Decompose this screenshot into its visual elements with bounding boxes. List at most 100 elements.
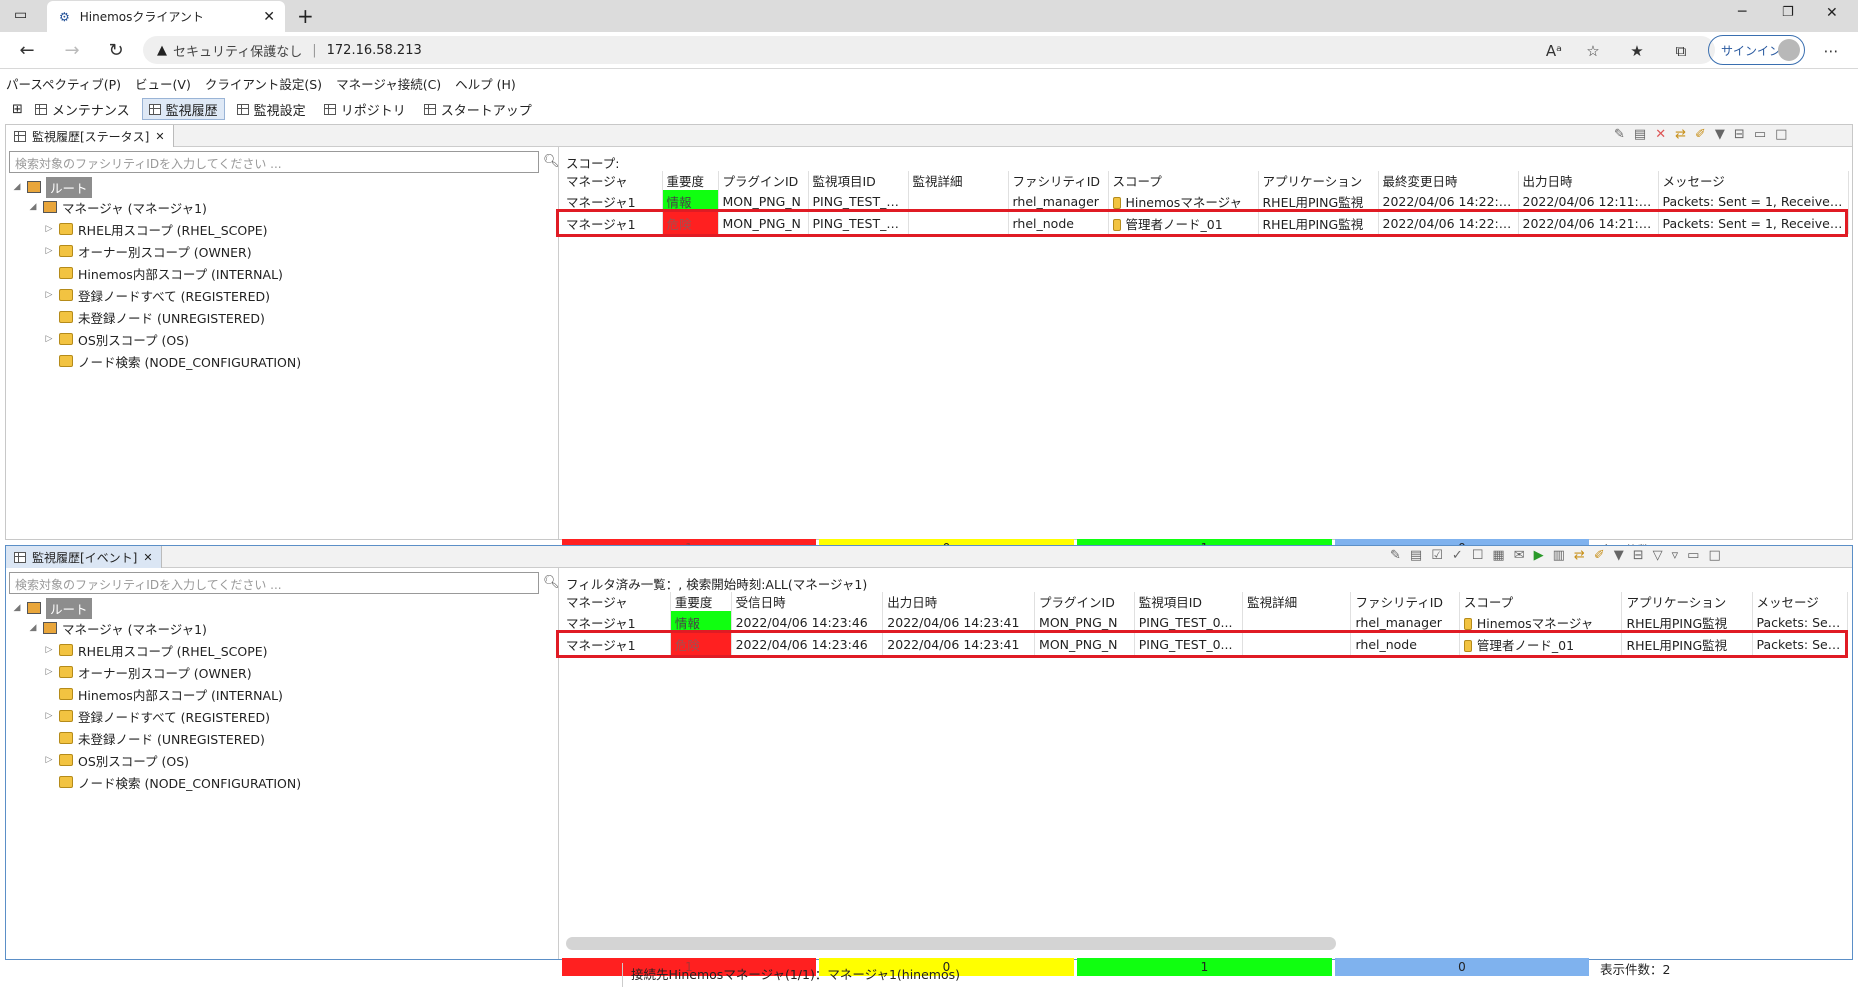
perspective-monitor-settings[interactable]: 監視設定 — [231, 98, 312, 120]
add-favorite-icon[interactable]: ☆ — [1580, 38, 1606, 64]
tab-actions-icon[interactable]: ▭ — [14, 7, 27, 23]
restore-icon[interactable]: ❐ — [1782, 5, 1794, 20]
tree-item[interactable]: ▷ OS別スコープ (OS) — [44, 329, 190, 349]
collections-icon[interactable]: ⧉ — [1668, 38, 1694, 64]
filter-add-icon[interactable]: ▽ — [1653, 548, 1663, 563]
expand-icon[interactable]: ▷ — [44, 667, 54, 677]
tree-root[interactable]: ◢ ルート — [12, 176, 92, 198]
column-header[interactable]: 出力日時 — [1518, 171, 1659, 190]
perspective-startup[interactable]: スタートアップ — [418, 98, 538, 120]
signin-button[interactable]: サインイン — [1708, 35, 1805, 65]
column-header[interactable]: スコープ — [1108, 171, 1259, 190]
open-perspective-icon[interactable]: ⊞ — [12, 102, 23, 117]
collapse-icon[interactable]: ◢ — [12, 182, 22, 192]
expand-icon[interactable]: ▷ — [44, 645, 54, 655]
column-header[interactable]: 監視項目ID — [808, 171, 909, 190]
tree-manager[interactable]: ◢ マネージャ (マネージャ1) — [28, 197, 207, 217]
collapse-icon[interactable]: ◢ — [12, 603, 22, 613]
expand-icon[interactable]: ▷ — [44, 246, 54, 256]
column-header[interactable]: スコープ — [1459, 592, 1623, 611]
collapse-icon[interactable]: ◢ — [28, 202, 38, 212]
auto-refresh-icon[interactable]: ✐ — [1695, 127, 1706, 142]
edit-icon[interactable]: ✎ — [1390, 548, 1401, 563]
facility-search-input[interactable]: 検索対象のファシリティIDを入力してください ... — [9, 151, 539, 173]
column-header[interactable]: 監視項目ID — [1134, 592, 1244, 611]
perspective-maintenance[interactable]: メンテナンス — [29, 98, 136, 120]
scope-tree-icon[interactable]: ⊟ — [1734, 127, 1745, 142]
column-header[interactable]: 監視詳細 — [1242, 592, 1352, 611]
filter-icon[interactable]: ▼ — [1715, 127, 1725, 142]
tree-item[interactable]: ノード検索 (NODE_CONFIGURATION) — [44, 772, 301, 792]
minimize-view-icon[interactable]: ▭ — [1754, 127, 1766, 142]
minimize-icon[interactable]: ─ — [1738, 4, 1746, 20]
back-icon[interactable]: ← — [15, 39, 39, 63]
new-tab-icon[interactable]: + — [297, 4, 314, 28]
expand-icon[interactable]: ▷ — [44, 334, 54, 344]
column-header[interactable]: メッセージ — [1752, 592, 1848, 611]
batch-confirm-icon[interactable]: ▦ — [1492, 548, 1504, 563]
column-header[interactable]: マネージャ — [562, 171, 663, 190]
unconfirm-icon[interactable]: ☐ — [1472, 548, 1484, 563]
refresh-icon[interactable]: ⇄ — [1574, 548, 1585, 563]
tab-event-history[interactable]: 監視履歴[イベント] ✕ — [6, 546, 162, 568]
column-header[interactable]: プラグインID — [718, 171, 809, 190]
close-tab-icon[interactable]: ✕ — [263, 9, 275, 25]
column-header[interactable]: アプリケーション — [1621, 592, 1753, 611]
collapse-icon[interactable]: ◢ — [28, 623, 38, 633]
menu-view[interactable]: ビュー(V) — [135, 74, 191, 93]
tree-item[interactable]: ▷ OS別スコープ (OS) — [44, 750, 190, 770]
forward-icon[interactable]: → — [60, 39, 84, 63]
column-header[interactable]: マネージャ — [562, 592, 671, 611]
url-box[interactable]: ▲ セキュリティ保護なし | 172.16.58.213 — [143, 36, 1715, 64]
confirm-icon[interactable]: ☑ — [1431, 548, 1443, 563]
more-icon[interactable]: ⋯ — [1818, 38, 1844, 64]
tree-manager[interactable]: ◢ マネージャ (マネージャ1) — [28, 618, 207, 638]
menu-perspective[interactable]: パースペクティブ(P) — [6, 74, 121, 93]
expand-icon[interactable]: ▷ — [44, 224, 54, 234]
confirm-check-icon[interactable]: ✓ — [1452, 548, 1463, 563]
close-view-icon[interactable]: ✕ — [155, 130, 164, 143]
perspective-repository[interactable]: リポジトリ — [318, 98, 412, 120]
facility-search-input[interactable]: 検索対象のファシリティIDを入力してください ... — [9, 572, 539, 594]
tree-item[interactable]: Hinemos内部スコープ (INTERNAL) — [44, 684, 283, 704]
tree-item[interactable]: ▷ オーナー別スコープ (OWNER) — [44, 662, 252, 682]
menu-help[interactable]: ヘルプ (H) — [455, 74, 516, 93]
browser-tab[interactable]: ⚙ Hinemosクライアント ✕ — [47, 1, 285, 32]
column-header[interactable]: 出力日時 — [882, 592, 1036, 611]
tree-item[interactable]: 未登録ノード (UNREGISTERED) — [44, 307, 265, 327]
refresh-icon[interactable]: ⇄ — [1675, 127, 1686, 142]
menu-client-settings[interactable]: クライアント設定(S) — [205, 74, 322, 93]
expand-icon[interactable]: ▷ — [44, 711, 54, 721]
filter-clear-icon[interactable]: ▿ — [1672, 548, 1679, 563]
maximize-view-icon[interactable]: □ — [1708, 548, 1720, 563]
perspective-monitor-history[interactable]: 監視履歴 — [141, 98, 225, 120]
expand-icon[interactable]: ▷ — [44, 290, 54, 300]
horizontal-scrollbar[interactable] — [566, 937, 1336, 950]
detail-icon[interactable]: ▤ — [1410, 548, 1422, 563]
column-header[interactable]: 受信日時 — [731, 592, 884, 611]
column-header[interactable]: 監視詳細 — [908, 171, 1009, 190]
column-header[interactable]: アプリケーション — [1258, 171, 1379, 190]
tree-root[interactable]: ◢ ルート — [12, 597, 92, 619]
detail-icon[interactable]: ▤ — [1634, 127, 1646, 142]
search-icon[interactable]: 🔍︎ — [543, 154, 560, 169]
close-window-icon[interactable]: ✕ — [1826, 5, 1838, 21]
read-aloud-icon[interactable]: Aᵃ — [1541, 38, 1567, 64]
tree-item[interactable]: 未登録ノード (UNREGISTERED) — [44, 728, 265, 748]
column-header[interactable]: メッセージ — [1658, 171, 1849, 190]
tree-item[interactable]: ▷ RHEL用スコープ (RHEL_SCOPE) — [44, 640, 268, 660]
column-header[interactable]: ファシリティID — [1008, 171, 1109, 190]
column-header[interactable]: ファシリティID — [1350, 592, 1460, 611]
delete-icon[interactable]: ✕ — [1655, 127, 1666, 142]
column-header[interactable]: 重要度 — [662, 171, 719, 190]
menu-manager-connection[interactable]: マネージャ接続(C) — [336, 74, 441, 93]
columns-icon[interactable]: ▥ — [1553, 548, 1565, 563]
tab-status-history[interactable]: 監視履歴[ステータス] ✕ — [6, 125, 174, 147]
tree-item[interactable]: Hinemos内部スコープ (INTERNAL) — [44, 263, 283, 283]
tree-item[interactable]: ▷ 登録ノードすべて (REGISTERED) — [44, 706, 270, 726]
comment-icon[interactable]: ✉ — [1514, 548, 1525, 563]
tree-item[interactable]: ▷ 登録ノードすべて (REGISTERED) — [44, 285, 270, 305]
favorites-icon[interactable]: ★ — [1624, 38, 1650, 64]
column-header[interactable]: 重要度 — [670, 592, 732, 611]
scope-tree-icon[interactable]: ⊟ — [1633, 548, 1644, 563]
